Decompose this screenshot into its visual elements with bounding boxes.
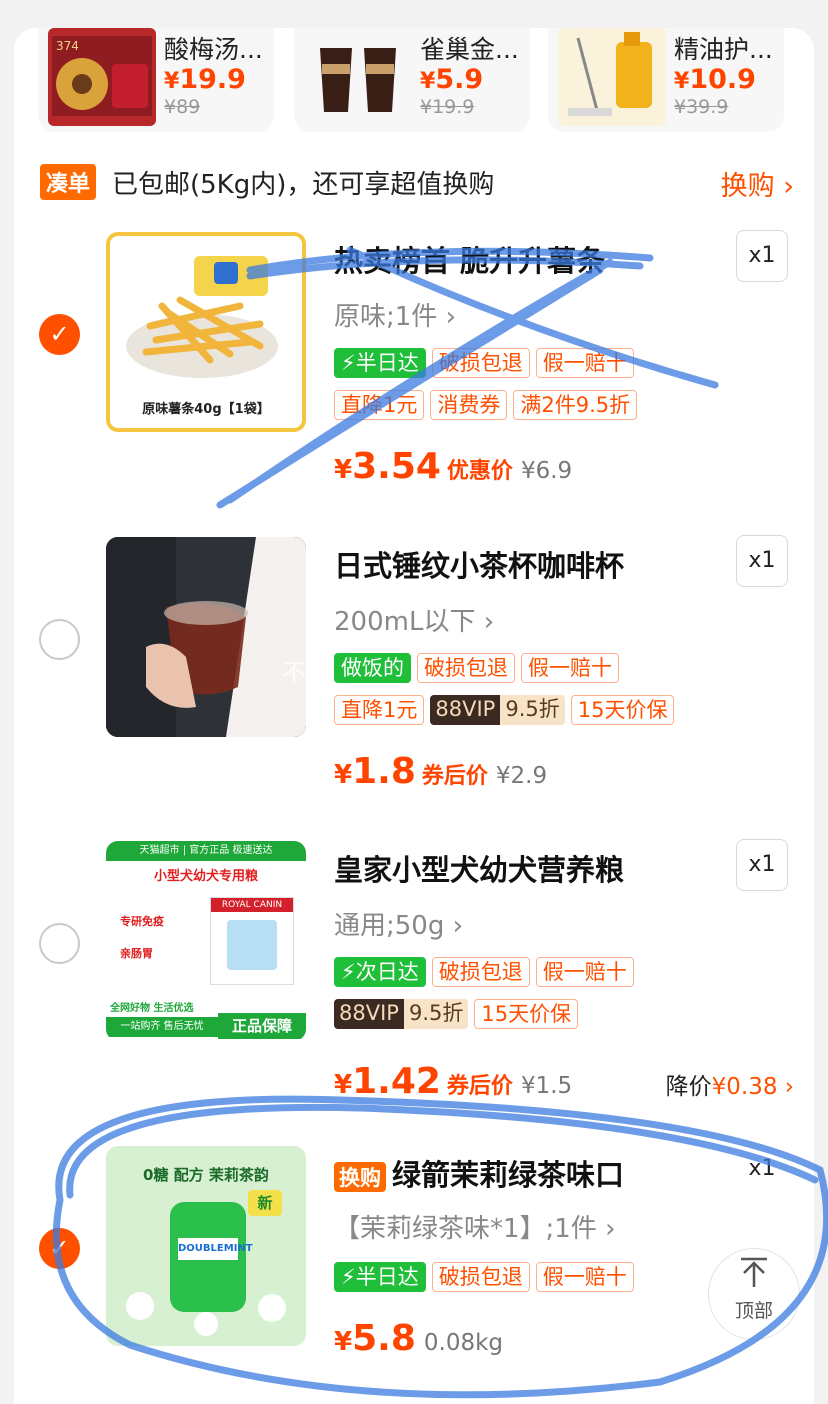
- item-spec-selector[interactable]: 200mL以下 ›: [334, 601, 494, 638]
- recommendation-name: 精油护...: [674, 35, 773, 64]
- recommendation-card-2[interactable]: 雀巢金... ¥5.9 ¥19.9: [294, 28, 530, 132]
- image-text: 小型犬幼犬专用粮: [153, 869, 258, 884]
- vip-tag: 88VIP 9.5折: [430, 695, 565, 725]
- item-title[interactable]: 日式锤纹小茶杯咖啡杯: [334, 543, 624, 585]
- recommendation-card-3[interactable]: 精油护... ¥10.9 ¥39.9: [548, 28, 784, 132]
- delivery-tag: ⚡次日达: [334, 957, 426, 987]
- item-title[interactable]: 热卖榜首 脆升升薯条: [334, 238, 605, 280]
- service-tag: 破损包退: [431, 348, 530, 378]
- price-protect-tag: 15天价保: [474, 999, 579, 1029]
- item-checkbox-checked[interactable]: ✓: [39, 1228, 80, 1269]
- image-text: 专研免疫: [120, 915, 164, 928]
- service-tags: ⚡半日达 破损包退 假一赔十: [334, 1262, 640, 1292]
- promo-tags: 直降1元 消费券 满2件9.5折: [334, 390, 643, 420]
- promo-tag: 直降1元: [334, 390, 425, 420]
- item-checkbox[interactable]: [39, 923, 80, 964]
- service-tag: 破损包退: [417, 653, 515, 683]
- image-text: 天猫超市 | 官方正品 极速送达: [106, 841, 306, 861]
- bundle-text: 已包邮(5Kg内)，还可享超值换购: [112, 170, 495, 200]
- service-tag: 假一赔十: [535, 348, 634, 378]
- item-checkbox[interactable]: [39, 619, 80, 660]
- product-thumbnail: 374: [48, 28, 156, 126]
- item-spec-selector[interactable]: 原味;1件 ›: [334, 296, 456, 333]
- swap-tag: 换购: [334, 1162, 386, 1192]
- service-tag: 假一赔十: [535, 957, 634, 987]
- promo-tag: 满2件9.5折: [513, 390, 638, 420]
- delivery-tag: ⚡半日达: [334, 348, 426, 378]
- image-text: 亲肠胃: [120, 947, 153, 960]
- image-text: 正品保障: [218, 1013, 306, 1039]
- product-image[interactable]: 天猫超市 | 官方正品 极速送达 小型犬幼犬专用粮 专研免疫 亲肠胃 ROYAL…: [106, 841, 306, 1041]
- product-image[interactable]: 原味薯条40g【1袋】: [106, 232, 306, 432]
- svg-text:374: 374: [56, 39, 79, 53]
- image-text: 0糖 配方 茉莉茶韵: [143, 1166, 269, 1184]
- quantity-button[interactable]: x1: [736, 535, 788, 587]
- image-caption: 原味薯条40g【1袋】: [142, 402, 270, 417]
- price-protect-tag: 15天价保: [570, 695, 675, 725]
- recommendation-original-price: ¥89: [164, 96, 201, 118]
- item-price: ¥1.8 券后价 ¥2.9: [334, 751, 548, 792]
- recommendation-original-price: ¥19.9: [420, 96, 475, 118]
- delivery-tag: ⚡半日达: [334, 1262, 426, 1292]
- service-tag: 破损包退: [431, 957, 530, 987]
- bundle-bar: 凑单 已包邮(5Kg内)，还可享超值换购 换购 ›: [40, 160, 794, 204]
- quantity-label: x1: [748, 1156, 776, 1181]
- bundle-tag: 凑单: [40, 164, 97, 200]
- item-title[interactable]: 换购 绿箭茉莉绿茶味口: [334, 1152, 624, 1194]
- image-text: 新: [248, 1190, 282, 1216]
- product-thumbnail: [304, 28, 412, 126]
- recommendation-name: 酸梅汤...: [164, 35, 263, 64]
- product-image[interactable]: 0糖 配方 茉莉茶韵 新 DOUBLEMINT: [106, 1146, 306, 1346]
- image-text: 全网好物 生活优选: [110, 1003, 194, 1014]
- item-checkbox-checked[interactable]: ✓: [39, 314, 80, 355]
- promo-tag: 直降1元: [334, 695, 425, 725]
- service-tags: ⚡半日达 破损包退 假一赔十: [334, 348, 640, 378]
- quantity-button[interactable]: x1: [736, 230, 788, 282]
- item-title[interactable]: 皇家小型犬幼犬营养粮: [334, 847, 624, 889]
- service-tag: 破损包退: [431, 1262, 530, 1292]
- service-tag: 假一赔十: [521, 653, 619, 683]
- vip-tag: 88VIP 9.5折: [334, 999, 469, 1029]
- delivery-tag: 做饭的: [334, 653, 411, 683]
- promo-tag: 消费券: [430, 390, 508, 420]
- service-tags: ⚡次日达 破损包退 假一赔十: [334, 957, 640, 987]
- swap-link[interactable]: 换购 ›: [721, 164, 794, 203]
- recommendation-name: 雀巢金...: [420, 35, 519, 64]
- item-spec-selector[interactable]: 【茉莉绿茶味*1】;1件 ›: [334, 1208, 616, 1245]
- service-tag: 假一赔十: [535, 1262, 634, 1292]
- arrow-up-icon: [709, 1255, 799, 1296]
- recommendation-price: ¥10.9: [674, 64, 756, 95]
- item-price: ¥1.42 券后价 ¥1.5: [334, 1061, 573, 1102]
- item-price: ¥5.8 0.08kg: [334, 1318, 504, 1359]
- image-text: DOUBLEMINT: [178, 1238, 253, 1260]
- item-spec-selector[interactable]: 通用;50g ›: [334, 905, 463, 942]
- promo-tags: 88VIP 9.5折 15天价保: [334, 999, 584, 1029]
- back-to-top-button[interactable]: 顶部: [708, 1248, 800, 1340]
- service-tags: 做饭的 破损包退 假一赔十: [334, 653, 625, 683]
- image-text: ROYAL CANIN: [211, 898, 293, 912]
- recommendation-price: ¥19.9: [164, 64, 246, 95]
- recommendation-card-1[interactable]: 374 酸梅汤... ¥19.9 ¥89: [38, 28, 274, 132]
- product-image[interactable]: [106, 537, 306, 737]
- back-to-top-label: 顶部: [734, 1300, 773, 1322]
- quantity-button[interactable]: x1: [736, 839, 788, 891]
- recommendation-original-price: ¥39.9: [674, 96, 729, 118]
- recommendation-price: ¥5.9: [420, 64, 484, 95]
- price-drop-link[interactable]: 降价¥0.38 ›: [666, 1067, 794, 1101]
- item-price: ¥3.54 优惠价 ¥6.9: [334, 446, 573, 487]
- image-text: 一站购齐 售后无忧: [106, 1017, 218, 1037]
- promo-tags: 直降1元 88VIP 9.5折 15天价保: [334, 695, 680, 725]
- product-thumbnail: [558, 28, 666, 126]
